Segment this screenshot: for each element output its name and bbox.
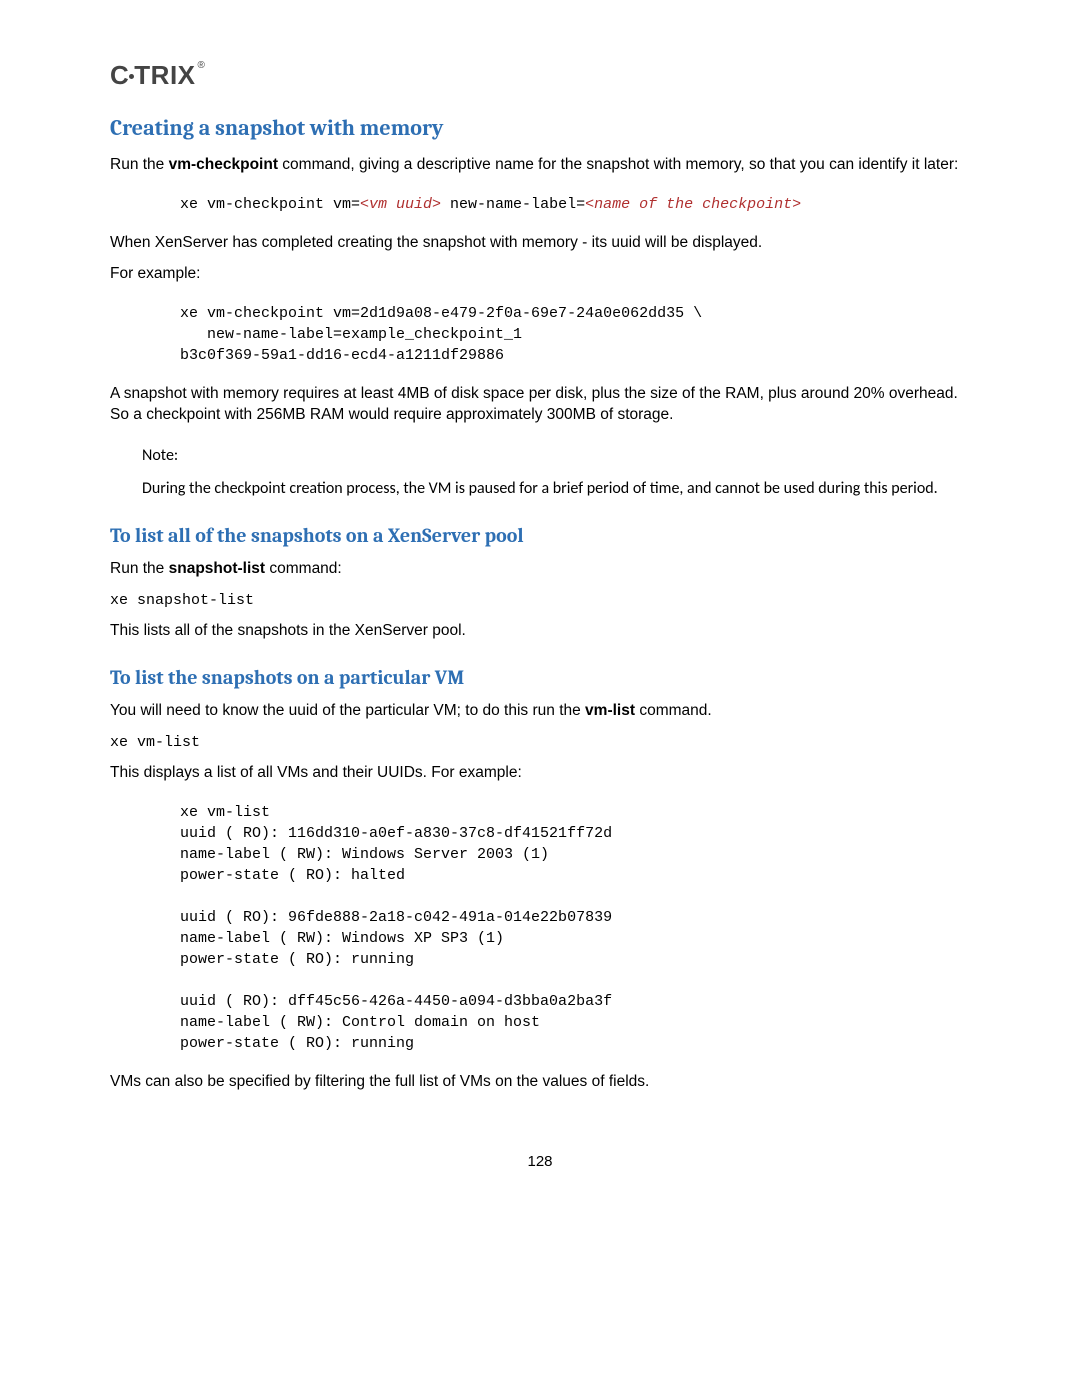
heading-list-vm-snapshots: To list the snapshots on a particular VM	[110, 666, 970, 689]
registered-mark: ®	[198, 60, 206, 71]
text: command:	[265, 560, 342, 577]
logo-dot-icon	[129, 74, 134, 79]
code-vm-list: xe vm-list	[110, 732, 970, 753]
cmd-vm-list: vm-list	[585, 702, 635, 719]
paragraph-uuid-displayed: When XenServer has completed creating th…	[110, 233, 970, 254]
text: Run the	[110, 156, 169, 173]
note-label: Note:	[142, 444, 970, 467]
cmd-vm-checkpoint: vm-checkpoint	[169, 156, 278, 173]
text: command.	[635, 702, 712, 719]
heading-creating-snapshot: Creating a snapshot with memory	[110, 115, 970, 141]
paragraph-disk-space: A snapshot with memory requires at least…	[110, 384, 970, 426]
paragraph-lists-snapshots: This lists all of the snapshots in the X…	[110, 621, 970, 642]
code-vm-list-output: xe vm-list uuid ( RO): 116dd310-a0ef-a83…	[180, 802, 970, 1054]
code-checkpoint-example: xe vm-checkpoint vm=2d1d9a08-e479-2f0a-6…	[180, 303, 970, 366]
cmd-snapshot-list: snapshot-list	[169, 560, 265, 577]
page-number: 128	[110, 1153, 970, 1170]
page-container: CTRIX® Creating a snapshot with memory R…	[0, 0, 1080, 1397]
code-snapshot-list: xe snapshot-list	[110, 590, 970, 611]
paragraph-run-checkpoint: Run the vm-checkpoint command, giving a …	[110, 155, 970, 176]
code-placeholder-name: <name of the checkpoint>	[585, 196, 801, 213]
paragraph-for-example: For example:	[110, 264, 970, 285]
citrix-logo: CTRIX®	[110, 60, 970, 91]
text: command, giving a descriptive name for t…	[278, 156, 958, 173]
note-block: Note: During the checkpoint creation pro…	[142, 444, 970, 500]
paragraph-filter-vms: VMs can also be specified by filtering t…	[110, 1072, 970, 1093]
text: Run the	[110, 560, 169, 577]
text: You will need to know the uuid of the pa…	[110, 702, 585, 719]
note-body: During the checkpoint creation process, …	[142, 477, 970, 500]
paragraph-need-uuid: You will need to know the uuid of the pa…	[110, 701, 970, 722]
code-placeholder-uuid: <vm uuid>	[360, 196, 441, 213]
code-text: new-name-label=	[441, 196, 585, 213]
paragraph-run-snapshot-list: Run the snapshot-list command:	[110, 559, 970, 580]
paragraph-displays-vms: This displays a list of all VMs and thei…	[110, 763, 970, 784]
heading-list-all-snapshots: To list all of the snapshots on a XenSer…	[110, 524, 970, 547]
code-text: xe vm-checkpoint vm=	[180, 196, 360, 213]
code-checkpoint-syntax: xe vm-checkpoint vm=<vm uuid> new-name-l…	[180, 194, 970, 215]
